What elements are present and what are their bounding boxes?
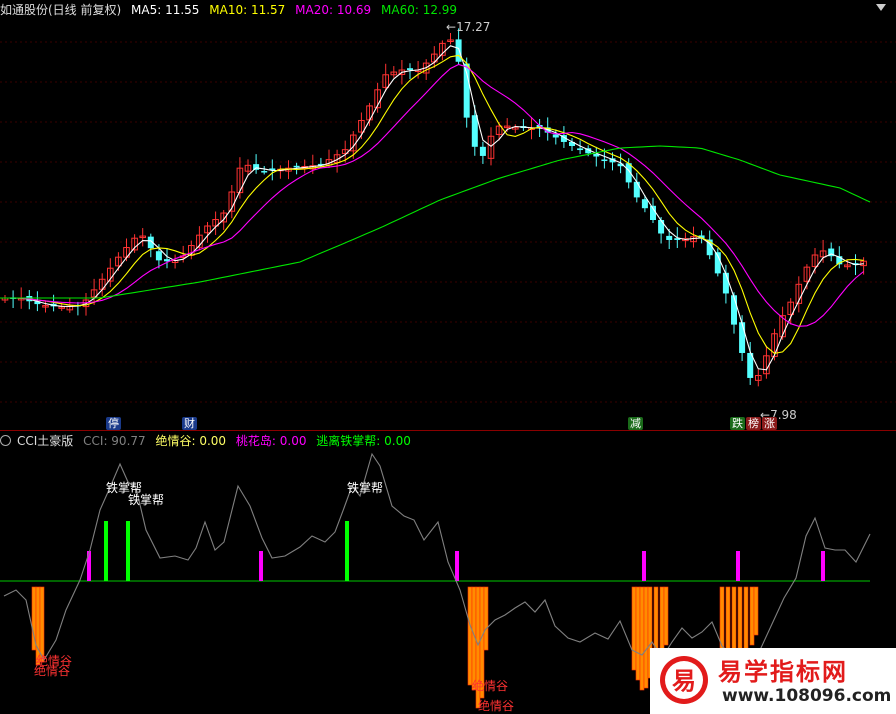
candle-body bbox=[658, 220, 665, 234]
candle-body bbox=[577, 148, 584, 151]
taohuadao-bar bbox=[821, 551, 825, 581]
candle-body bbox=[739, 322, 746, 353]
jueqinggu-bar bbox=[659, 586, 665, 651]
ma60-value: MA60: 12.99 bbox=[381, 3, 458, 17]
jueqinggu-label: 绝情谷 bbox=[34, 664, 71, 678]
ma10-value: MA10: 11.57 bbox=[209, 3, 286, 17]
jueqinggu-bar bbox=[639, 586, 645, 691]
candle-body bbox=[293, 165, 300, 168]
watermark-banner: 易 易学指标网 www.108096.com bbox=[650, 648, 896, 714]
candle-body bbox=[155, 251, 162, 261]
event-tag-suspend[interactable]: 停 bbox=[106, 417, 121, 430]
candle-body bbox=[552, 134, 559, 138]
candle-body bbox=[722, 272, 729, 294]
price-high-label: ←17.27 bbox=[446, 20, 491, 34]
taohuadao-value: 桃花岛: 0.00 bbox=[235, 434, 307, 448]
jueqinggu-bar bbox=[719, 586, 725, 651]
ma20-line bbox=[5, 63, 864, 327]
event-tag-finance[interactable]: 财 bbox=[182, 417, 197, 430]
candle-body bbox=[471, 115, 478, 147]
chart-window: 如通股份(日线 前复权) MA5: 11.55 MA10: 11.57 MA20… bbox=[0, 0, 896, 714]
logo-icon: 易 bbox=[660, 656, 708, 704]
candle-body bbox=[633, 181, 640, 198]
candle-body bbox=[641, 199, 648, 209]
jueqinggu-label: 绝情谷 bbox=[478, 699, 515, 713]
stock-title: 如通股份(日线 前复权) bbox=[0, 3, 122, 17]
indicator-toggle-icon[interactable] bbox=[0, 435, 11, 446]
main-header: 如通股份(日线 前复权) MA5: 11.55 MA10: 11.57 MA20… bbox=[0, 0, 896, 20]
jueqinggu-bar bbox=[631, 586, 637, 671]
taoli-value: 逃离铁掌帮: 0.00 bbox=[316, 434, 411, 448]
ma60-line bbox=[0, 145, 871, 299]
taohuadao-bar bbox=[259, 551, 263, 581]
tiezhangbang-bar bbox=[345, 521, 349, 581]
jueqinggu-label: 绝情谷 bbox=[472, 679, 509, 693]
candle-body bbox=[601, 159, 608, 162]
tiezhangbang-bar bbox=[126, 521, 130, 581]
jueqinggu-bar bbox=[753, 586, 759, 636]
candle-body bbox=[731, 295, 737, 325]
ma20-value: MA20: 10.69 bbox=[295, 3, 372, 17]
event-tag-rise[interactable]: 涨 bbox=[762, 417, 777, 430]
tiezhangbang-label: 铁掌帮 bbox=[347, 481, 384, 495]
cci-value: CCI: 90.77 bbox=[83, 434, 146, 448]
candle-body bbox=[261, 171, 268, 173]
candle-body bbox=[666, 235, 673, 240]
taohuadao-bar bbox=[736, 551, 740, 581]
indicator-name[interactable]: CCI土豪版 bbox=[17, 434, 73, 448]
tiezhangbang-bar bbox=[104, 521, 108, 581]
svg-text:易: 易 bbox=[672, 667, 696, 695]
taohuadao-bar bbox=[642, 551, 646, 581]
jueqinggu-bar bbox=[467, 586, 473, 686]
watermark-title: 易学指标网 bbox=[718, 658, 848, 686]
jueqinggu-bar bbox=[663, 586, 669, 646]
jueqinggu-bar bbox=[749, 586, 755, 646]
ma5-value: MA5: 11.55 bbox=[131, 3, 200, 17]
jueqinggu-bar bbox=[39, 586, 45, 663]
panel-divider bbox=[0, 430, 896, 431]
jueqinggu-bar bbox=[635, 586, 641, 681]
chevron-down-icon[interactable] bbox=[876, 4, 886, 11]
candle-body bbox=[407, 68, 413, 70]
event-tag-drop[interactable]: 跌 bbox=[730, 417, 745, 430]
jueqinggu-value: 绝情谷: 0.00 bbox=[155, 434, 227, 448]
event-tag-reduce[interactable]: 减 bbox=[628, 417, 643, 430]
watermark-url: www.108096.com bbox=[722, 686, 892, 706]
event-tag-list[interactable]: 榜 bbox=[746, 417, 761, 430]
jueqinggu-bar bbox=[483, 586, 489, 651]
price-chart[interactable] bbox=[0, 0, 896, 430]
jueqinggu-bar bbox=[643, 586, 649, 689]
jueqinggu-bar bbox=[737, 586, 743, 656]
indicator-header: CCI土豪版 CCI: 90.77 绝情谷: 0.00 桃花岛: 0.00 逃离… bbox=[0, 432, 896, 450]
candle-body bbox=[455, 39, 462, 62]
jueqinggu-bar bbox=[743, 586, 749, 651]
tiezhangbang-label: 铁掌帮 bbox=[128, 493, 165, 507]
candle-body bbox=[479, 146, 486, 156]
taohuadao-bar bbox=[455, 551, 459, 581]
